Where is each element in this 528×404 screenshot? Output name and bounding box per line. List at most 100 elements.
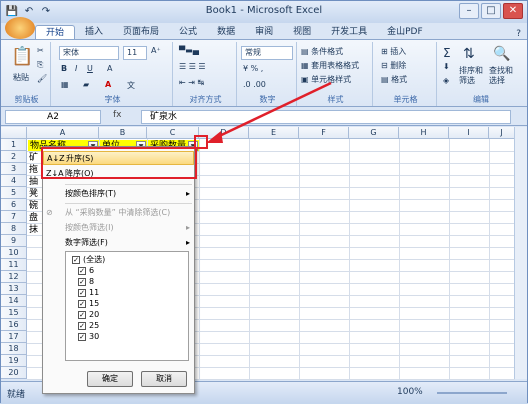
cell-styles-button[interactable]: ▣ 单元格样式 [301, 74, 351, 85]
fill-icon[interactable]: ⬇ [443, 62, 450, 71]
sort-filter-icon[interactable]: ⇅ [463, 46, 475, 62]
row-header[interactable]: 20 [1, 367, 27, 379]
row-header[interactable]: 12 [1, 271, 27, 283]
col-header-e[interactable]: E [249, 127, 299, 139]
filter-check-8[interactable]: ✓ 8 [78, 276, 94, 287]
border-icon[interactable]: ▦ [61, 80, 69, 89]
align-left-icon[interactable]: ☰ ☰ ☰ [179, 62, 206, 71]
underline-icon[interactable]: U [87, 64, 93, 73]
col-header-j[interactable]: J [489, 127, 515, 139]
format-cells-button[interactable]: ▤ 格式 [381, 74, 407, 85]
fx-icon[interactable]: fx [113, 110, 122, 120]
tab-data[interactable]: 数据 [207, 25, 245, 39]
filter-check-20[interactable]: ✓ 20 [78, 309, 99, 320]
row-header[interactable]: 17 [1, 331, 27, 343]
col-header-f[interactable]: F [299, 127, 349, 139]
font-color-icon[interactable]: A [105, 80, 111, 89]
restore-icon[interactable]: □ [481, 3, 501, 19]
office-button[interactable] [5, 17, 35, 39]
vertical-scrollbar[interactable] [514, 127, 527, 379]
row-header[interactable]: 13 [1, 283, 27, 295]
tab-home[interactable]: 开始 [35, 25, 76, 39]
font-name-select[interactable]: 宋体 [59, 46, 119, 60]
indent-icon[interactable]: ⇤ ⇥ ↹ [179, 78, 204, 87]
grow-font-icon[interactable]: A⁺ [151, 46, 161, 55]
format-painter-icon[interactable]: 🖌 [37, 74, 47, 83]
col-header-i[interactable]: I [449, 127, 489, 139]
copy-icon[interactable]: ⎘ [37, 60, 43, 70]
filter-check-all[interactable]: ✓ (全选) [72, 254, 105, 265]
editing-group: Σ ⬇ ◈ ⇅ 排序和 筛选 🔍 查找和 选择 编辑 [439, 42, 523, 106]
cancel-button[interactable]: 取消 [141, 371, 187, 387]
number-format-select[interactable]: 常规 [241, 46, 293, 60]
help-icon[interactable]: ? [516, 29, 521, 39]
tab-view[interactable]: 视图 [283, 25, 321, 39]
formula-input[interactable]: 矿泉水 [141, 110, 511, 124]
col-header-b[interactable]: B [99, 127, 147, 139]
conditional-format-button[interactable]: ▤ 条件格式 [301, 46, 343, 57]
row-header[interactable]: 1 [1, 139, 27, 151]
tab-page-layout[interactable]: 页面布局 [113, 25, 169, 39]
sort-filter-button[interactable]: 排序和 筛选 [459, 66, 483, 86]
find-select-icon[interactable]: 🔍 [493, 46, 510, 62]
clear-icon[interactable]: ◈ [443, 76, 449, 85]
col-header-a[interactable]: A [27, 127, 99, 139]
col-header-h[interactable]: H [399, 127, 449, 139]
zoom-level[interactable]: 100% [397, 387, 423, 397]
row-header[interactable]: 18 [1, 343, 27, 355]
tab-insert[interactable]: 插入 [75, 25, 113, 39]
filter-values-list[interactable]: ✓ (全选) ✓ 6 ✓ 8 ✓ 11 ✓ 15 ✓ 20 ✓ 25 ✓ 30 [65, 251, 189, 361]
filter-check-6[interactable]: ✓ 6 [78, 265, 94, 276]
filter-check-11[interactable]: ✓ 11 [78, 287, 99, 298]
font-size-select[interactable]: 11 [123, 46, 147, 60]
select-all-corner[interactable] [1, 127, 27, 139]
find-select-button[interactable]: 查找和 选择 [489, 66, 513, 86]
row-header[interactable]: 14 [1, 295, 27, 307]
sum-icon[interactable]: Σ [443, 46, 451, 60]
close-icon[interactable]: ✕ [503, 3, 523, 19]
row-header[interactable]: 4 [1, 175, 27, 187]
number-filter-item[interactable]: 数字筛选(F) ▸ [43, 236, 194, 250]
filter-check-15[interactable]: ✓ 15 [78, 298, 99, 309]
zoom-slider[interactable] [437, 392, 507, 394]
paste-button[interactable]: 粘贴 [13, 72, 29, 83]
filter-check-25[interactable]: ✓ 25 [78, 320, 99, 331]
row-header[interactable]: 15 [1, 307, 27, 319]
insert-cells-button[interactable]: ⊞ 插入 [381, 46, 406, 57]
row-header[interactable]: 5 [1, 187, 27, 199]
fill-color-icon[interactable]: ▰ [83, 80, 89, 89]
currency-icon[interactable]: ¥ % , [243, 64, 263, 73]
row-header[interactable]: 10 [1, 247, 27, 259]
row-header[interactable]: 6 [1, 199, 27, 211]
bold-icon[interactable]: B [61, 64, 67, 73]
row-header[interactable]: 8 [1, 223, 27, 235]
table-format-button[interactable]: ▦ 套用表格格式 [301, 60, 359, 71]
col-header-g[interactable]: G [349, 127, 399, 139]
tab-developer[interactable]: 开发工具 [321, 25, 377, 39]
superscript-icon[interactable]: A [107, 64, 112, 73]
cut-icon[interactable]: ✂ [37, 46, 44, 55]
row-header[interactable]: 3 [1, 163, 27, 175]
align-top-icon[interactable]: ▀▬▄ [179, 46, 199, 55]
row-header[interactable]: 19 [1, 355, 27, 367]
tab-formulas[interactable]: 公式 [169, 25, 207, 39]
phonetic-icon[interactable]: 文 [127, 80, 135, 91]
filter-check-30[interactable]: ✓ 30 [78, 331, 99, 342]
row-header[interactable]: 7 [1, 211, 27, 223]
row-header[interactable]: 11 [1, 259, 27, 271]
row-header[interactable]: 16 [1, 319, 27, 331]
row-header[interactable]: 9 [1, 235, 27, 247]
number-label: 数字 [259, 95, 276, 104]
name-box[interactable]: A2 [5, 110, 101, 124]
delete-cells-button[interactable]: ⊟ 删除 [381, 60, 406, 71]
decimal-icon[interactable]: .0 .00 [243, 80, 266, 89]
tab-review[interactable]: 审阅 [245, 25, 283, 39]
tab-pdf[interactable]: 金山PDF [377, 25, 433, 39]
sort-by-color-item[interactable]: 按颜色排序(T) ▸ [43, 187, 194, 201]
row-header[interactable]: 2 [1, 151, 27, 163]
col-header-c[interactable]: C [147, 127, 199, 139]
italic-icon[interactable]: I [75, 64, 77, 73]
ok-button[interactable]: 确定 [87, 371, 133, 387]
paste-icon[interactable]: 📋 [11, 46, 33, 67]
minimize-icon[interactable]: – [459, 3, 479, 19]
